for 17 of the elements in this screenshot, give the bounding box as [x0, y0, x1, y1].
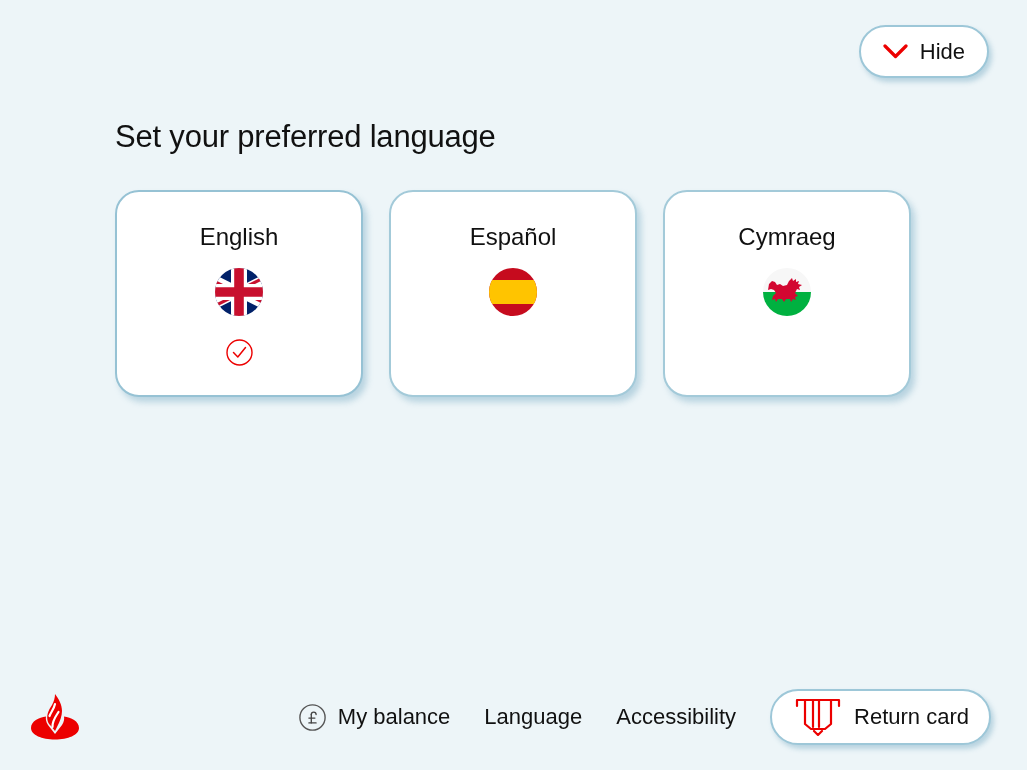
balance-link[interactable]: My balance	[298, 703, 451, 731]
hide-button[interactable]: Hide	[858, 25, 989, 78]
chevron-down-icon	[882, 44, 908, 59]
welsh-flag-icon	[763, 268, 811, 316]
union-flag-icon	[215, 268, 263, 316]
language-card[interactable]: Español	[389, 190, 637, 397]
page-heading: Set your preferred language	[115, 118, 496, 156]
accessibility-link[interactable]: Accessibility	[616, 704, 737, 730]
check-circle-icon	[225, 339, 253, 366]
language-card[interactable]: Cymraeg	[663, 190, 911, 397]
card-slot-icon	[794, 698, 843, 736]
return-card-button[interactable]: Return card	[770, 689, 991, 745]
flame-logo	[31, 694, 79, 740]
language-card[interactable]: English	[115, 190, 363, 397]
language-link[interactable]: Language	[484, 704, 583, 730]
pound-coin-icon	[298, 703, 326, 731]
spanish-flag-icon	[489, 268, 537, 316]
